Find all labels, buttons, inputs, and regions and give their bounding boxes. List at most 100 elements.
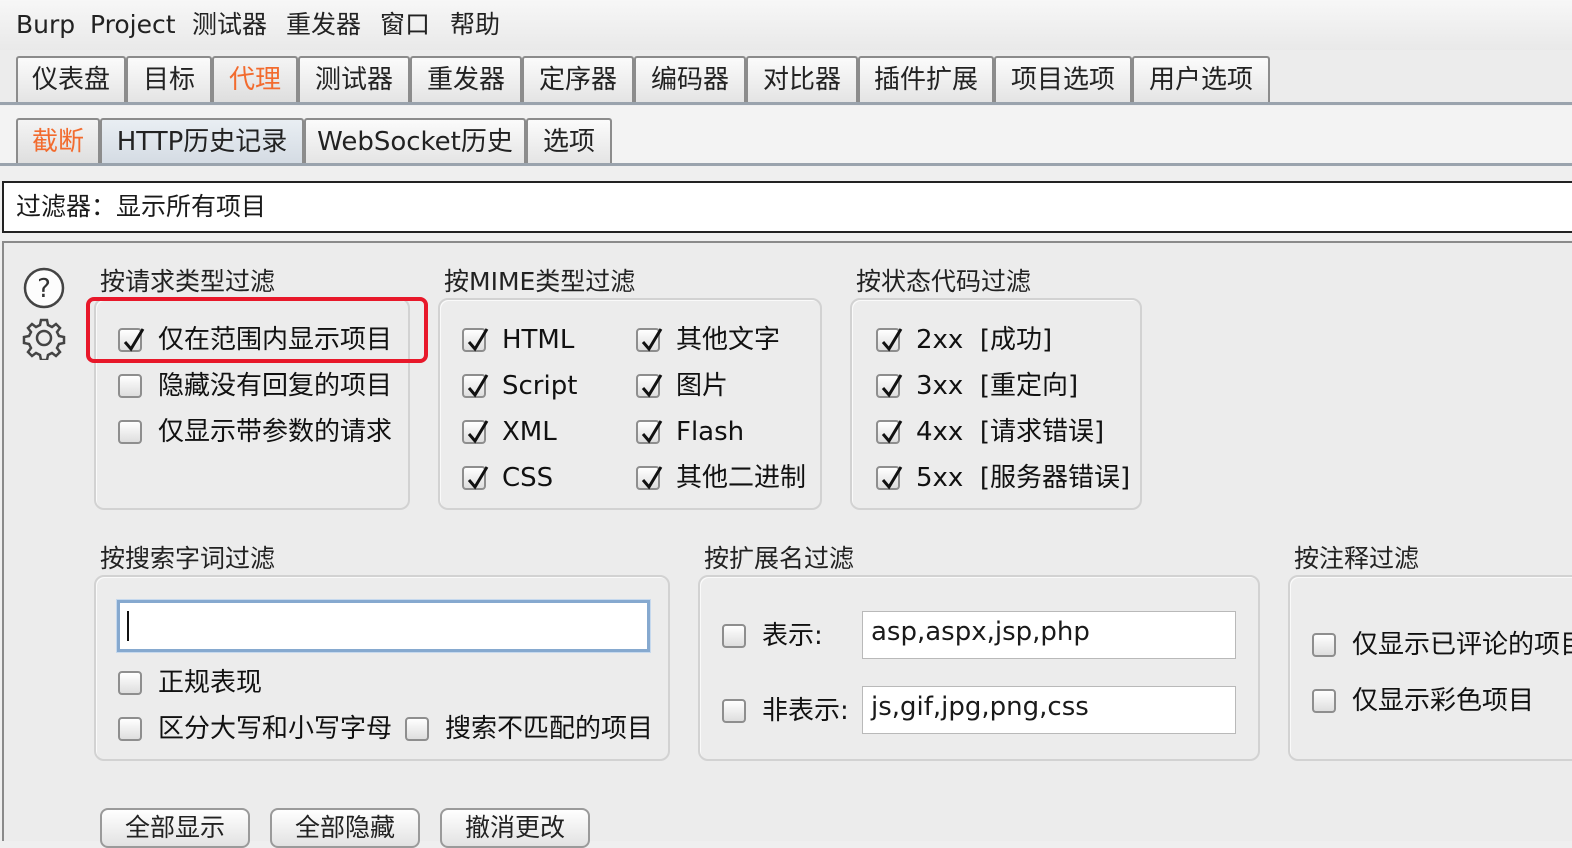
checkbox-mime-other-text[interactable]: 其他文字: [636, 323, 780, 357]
checkbox-label: 其他二进制: [676, 463, 807, 493]
annotation-filter-box: [1288, 575, 1572, 761]
checkbox-box[interactable]: [722, 699, 746, 723]
checkbox-label: 4xx [请求错误]: [916, 417, 1105, 447]
checkbox-box[interactable]: [462, 374, 489, 398]
checkbox-mime-images[interactable]: 图片: [636, 369, 728, 403]
checkbox-mime-xml[interactable]: XML: [462, 415, 557, 449]
checkbox-box[interactable]: [636, 374, 663, 398]
tab-user-options[interactable]: 用户选项: [1132, 56, 1270, 102]
menu-help[interactable]: 帮助: [450, 8, 500, 42]
checkbox-mime-other-binary[interactable]: 其他二进制: [636, 461, 806, 495]
checkbox-label: 2xx [成功]: [916, 325, 1053, 355]
checkbox-label: CSS: [502, 463, 554, 493]
tab-http-history[interactable]: HTTP历史记录: [100, 118, 304, 164]
menu-intruder[interactable]: 测试器: [192, 8, 267, 42]
main-tabs-divider: [0, 102, 1572, 105]
mime-filter-title: 按MIME类型过滤: [444, 267, 636, 296]
tab-options[interactable]: 选项: [526, 118, 612, 164]
checkbox-highlighted-only[interactable]: 仅显示彩色项目: [1312, 684, 1534, 718]
text-caret: [127, 611, 129, 641]
hide-all-button[interactable]: 全部隐藏: [270, 808, 420, 848]
show-extensions-input[interactable]: asp,aspx,jsp,php: [862, 611, 1236, 659]
checkbox-label: 仅显示带参数的请求: [158, 417, 393, 447]
menu-project[interactable]: Project: [90, 8, 176, 42]
checkbox-box[interactable]: [876, 374, 903, 398]
tab-proxy[interactable]: 代理: [212, 56, 298, 102]
status-filter-title: 按状态代码过滤: [856, 267, 1032, 296]
checkbox-label: 仅显示彩色项目: [1352, 686, 1535, 716]
checkbox-box[interactable]: [118, 717, 142, 741]
checkbox-status-3xx[interactable]: 3xx [重定向]: [876, 369, 1078, 403]
checkbox-params-only[interactable]: 仅显示带参数的请求: [118, 415, 392, 449]
checkbox-case-sensitive[interactable]: 区分大写和小写字母: [118, 712, 392, 746]
checkbox-box[interactable]: [636, 466, 663, 490]
checkbox-negative-search[interactable]: 搜索不匹配的项目: [405, 712, 653, 746]
search-filter-title: 按搜索字词过滤: [100, 544, 276, 573]
checkmark-icon: [641, 420, 663, 444]
tab-websocket-history[interactable]: WebSocket历史: [304, 118, 526, 164]
checkbox-box[interactable]: [405, 717, 429, 741]
checkbox-mime-flash[interactable]: Flash: [636, 415, 744, 449]
sub-tabs-divider: [0, 163, 1572, 166]
tab-project-options[interactable]: 项目选项: [994, 56, 1132, 102]
checkmark-icon: [467, 466, 489, 490]
checkbox-regex[interactable]: 正规表现: [118, 666, 262, 700]
checkbox-box[interactable]: [118, 420, 142, 444]
checkmark-icon: [641, 374, 663, 398]
checkbox-commented-only[interactable]: 仅显示已评论的项目: [1312, 628, 1572, 662]
checkbox-label: 3xx [重定向]: [916, 371, 1079, 401]
filter-bar[interactable]: 过滤器：显示所有项目: [2, 181, 1572, 233]
checkbox-box[interactable]: [636, 328, 663, 352]
checkmark-icon: [641, 328, 663, 352]
checkbox-mime-script[interactable]: Script: [462, 369, 577, 403]
revert-changes-button[interactable]: 撤消更改: [440, 808, 590, 848]
tab-extender[interactable]: 插件扩展: [858, 56, 994, 102]
checkbox-status-2xx[interactable]: 2xx [成功]: [876, 323, 1052, 357]
checkbox-box[interactable]: [876, 466, 903, 490]
checkbox-box[interactable]: [636, 420, 663, 444]
checkbox-box[interactable]: [876, 420, 903, 444]
menu-burp[interactable]: Burp: [16, 8, 75, 42]
tab-target[interactable]: 目标: [126, 56, 212, 102]
tab-repeater[interactable]: 重发器: [410, 56, 522, 102]
checkbox-box[interactable]: [876, 328, 903, 352]
checkbox-box[interactable]: [462, 420, 489, 444]
checkbox-label: 搜索不匹配的项目: [445, 714, 654, 744]
tab-sequencer[interactable]: 定序器: [522, 56, 634, 102]
checkbox-hide-no-response[interactable]: 隐藏没有回复的项目: [118, 369, 392, 403]
svg-text:?: ?: [37, 274, 51, 304]
checkmark-icon: [881, 466, 903, 490]
checkbox-box[interactable]: [722, 624, 746, 648]
checkbox-label: 非表示:: [762, 696, 849, 726]
search-input[interactable]: [117, 600, 650, 652]
menu-repeater[interactable]: 重发器: [286, 8, 361, 42]
tab-intruder[interactable]: 测试器: [298, 56, 410, 102]
checkmark-icon: [881, 328, 903, 352]
checkbox-box[interactable]: [462, 328, 489, 352]
tab-intercept[interactable]: 截断: [16, 118, 100, 164]
checkbox-status-5xx[interactable]: 5xx [服务器错误]: [876, 461, 1130, 495]
checkbox-mime-css[interactable]: CSS: [462, 461, 553, 495]
main-tabs: 仪表盘 目标 代理 测试器 重发器 定序器 编码器 对比器 插件扩展 项目选项 …: [0, 50, 1572, 104]
checkbox-mime-html[interactable]: HTML: [462, 323, 574, 357]
show-all-button[interactable]: 全部显示: [100, 808, 250, 848]
hide-extensions-input[interactable]: js,gif,jpg,png,css: [862, 686, 1236, 734]
tab-comparer[interactable]: 对比器: [746, 56, 858, 102]
tab-dashboard[interactable]: 仪表盘: [16, 56, 126, 102]
checkbox-box[interactable]: [118, 671, 142, 695]
checkmark-icon: [467, 328, 489, 352]
help-icon[interactable]: ?: [22, 266, 66, 310]
checkbox-box[interactable]: [1312, 633, 1336, 657]
checkbox-box[interactable]: [462, 466, 489, 490]
checkbox-status-4xx[interactable]: 4xx [请求错误]: [876, 415, 1104, 449]
tab-decoder[interactable]: 编码器: [634, 56, 746, 102]
checkbox-label: 图片: [676, 371, 729, 401]
gear-icon[interactable]: [22, 316, 66, 362]
checkbox-show-only-ext[interactable]: 表示:: [722, 619, 823, 653]
checkbox-label: HTML: [502, 325, 575, 355]
checkbox-hide-ext[interactable]: 非表示:: [722, 694, 849, 728]
checkbox-box[interactable]: [118, 374, 142, 398]
checkbox-box[interactable]: [1312, 689, 1336, 713]
checkbox-label: 其他文字: [676, 325, 781, 355]
menu-window[interactable]: 窗口: [380, 8, 430, 42]
